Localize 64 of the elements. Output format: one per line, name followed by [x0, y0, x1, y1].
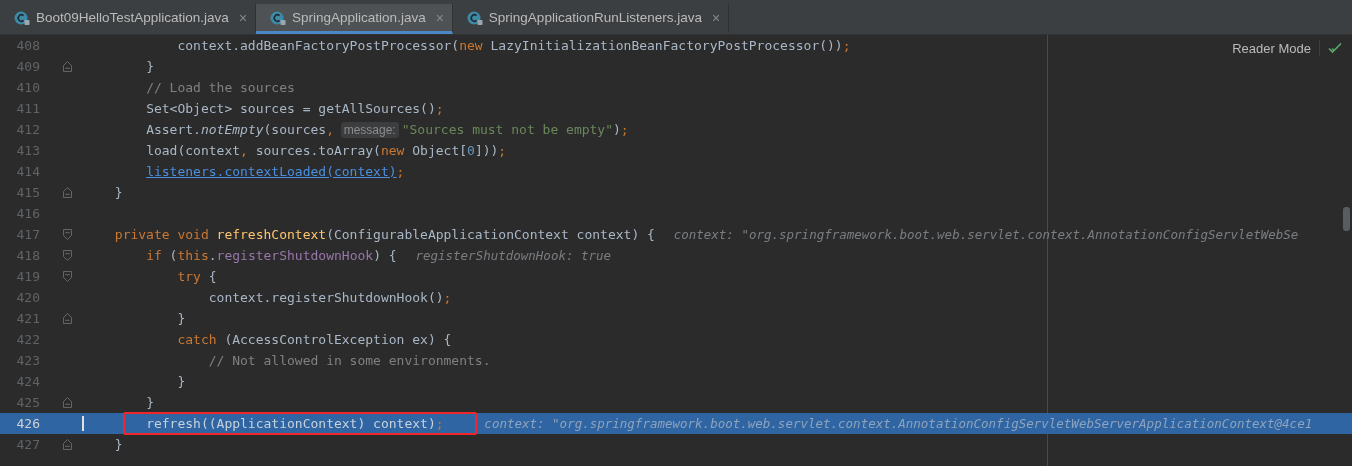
code-text: } [114, 185, 123, 200]
fold-marker-icon[interactable] [63, 397, 72, 408]
line-number: 410 [15, 80, 40, 95]
line-number: 419 [15, 269, 40, 284]
inline-value: context: "org.springframework.boot.web.servlet.context.AnnotationConfigServletWebServerApplicationContext@4ce1 [484, 416, 1313, 431]
line-number: 425 [15, 395, 40, 410]
line-number: 411 [15, 101, 40, 116]
class-file-icon [14, 9, 30, 26]
line-number: 414 [15, 164, 40, 179]
fold-marker-icon[interactable] [63, 61, 72, 72]
code-text: private void refreshContext(ConfigurableApplicationContext context) { [114, 227, 655, 242]
line-number: 416 [15, 206, 40, 221]
fold-marker-icon[interactable] [63, 229, 72, 240]
fold-marker-icon[interactable] [63, 187, 72, 198]
code-text: catch (AccessControlException ex) { [177, 332, 452, 347]
code-text: "Sources must not be empty"); [401, 122, 629, 137]
code-text: // Not allowed in some environments. [208, 353, 491, 368]
fold-marker-icon[interactable] [63, 439, 72, 450]
code-text: if (this.registerShutdownHook) { [146, 248, 397, 263]
checkmark-icon [1328, 42, 1342, 54]
code-text: } [146, 395, 154, 410]
line-number: 412 [15, 122, 40, 137]
line-number: 426 [15, 416, 40, 431]
code-text: load(context, sources.toArray(new Object[0])); [146, 143, 507, 158]
fold-marker-icon[interactable] [63, 313, 72, 324]
fold-marker-icon[interactable] [63, 271, 72, 282]
line-number: 408 [15, 38, 40, 53]
parameter-hint: message: [340, 121, 399, 138]
code-text: context.registerShutdownHook(); [208, 290, 452, 305]
reader-mode-link[interactable]: Reader Mode [1232, 40, 1311, 56]
code-text: } [114, 437, 123, 452]
line-number: 417 [15, 227, 40, 242]
code-text: // Load the sources [146, 80, 295, 95]
fold-marker-icon[interactable] [63, 250, 72, 261]
text-caret [82, 416, 84, 431]
scrollbar-thumb[interactable] [1343, 207, 1350, 231]
code-text: refresh((ApplicationContext) context); [146, 416, 444, 431]
code-text: try { [177, 269, 217, 284]
line-number: 415 [15, 185, 40, 200]
line-number: 409 [15, 59, 40, 74]
code-text: listeners.contextLoaded(context); [146, 164, 405, 179]
code-text: } [177, 374, 186, 389]
code-text: } [177, 311, 186, 326]
line-number: 421 [15, 311, 40, 326]
close-icon[interactable]: × [238, 9, 248, 26]
line-number: 422 [15, 332, 40, 347]
code-text: Assert.notEmpty(sources, [146, 122, 334, 137]
inline-value: context: "org.springframework.boot.web.servlet.context.AnnotationConfigServletWebSe [673, 227, 1299, 242]
class-file-icon [466, 9, 483, 26]
file-tab[interactable]: SpringApplication.java × [256, 4, 453, 34]
line-number: 427 [15, 437, 40, 452]
inline-value: registerShutdownHook: true [415, 248, 612, 263]
close-icon[interactable]: × [435, 9, 444, 26]
file-tab[interactable]: SpringApplicationRunListeners.java × [452, 4, 730, 34]
code-text: } [146, 59, 154, 74]
close-icon[interactable]: × [712, 9, 721, 26]
class-file-icon [270, 9, 287, 26]
line-number: 424 [15, 374, 40, 389]
code-text: context.addBeanFactoryPostProcessor(new LazyInitializationBeanFactoryPostProcessor()); [177, 38, 851, 53]
line-number: 420 [15, 290, 40, 305]
line-number: 423 [15, 353, 40, 368]
line-number: 418 [15, 248, 40, 263]
line-number: 413 [15, 143, 40, 158]
code-text: Set<Object> sources = getAllSources(); [146, 101, 444, 116]
